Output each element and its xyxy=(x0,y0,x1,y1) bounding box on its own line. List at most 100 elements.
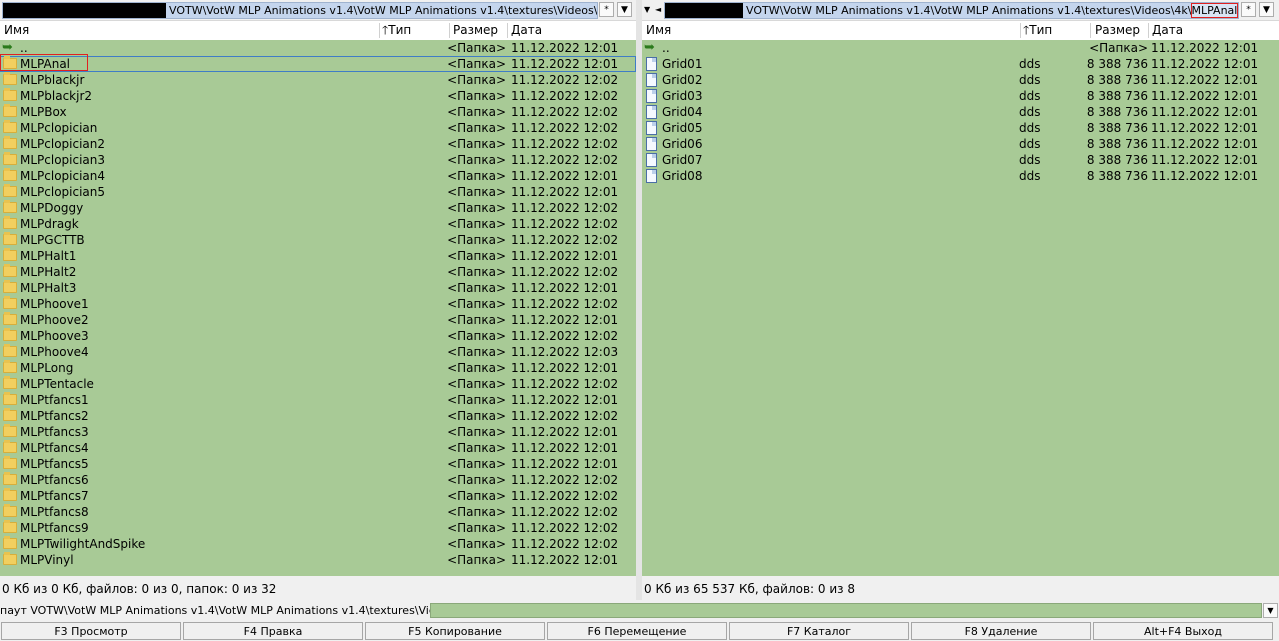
left-list-row[interactable]: MLPhoove4 <Папка> 11.12.2022 12:03 xyxy=(0,344,636,360)
right-header-type[interactable]: 🡑Тип xyxy=(1023,21,1052,40)
left-list-row[interactable]: MLPtfancs2 <Папка> 11.12.2022 12:02 xyxy=(0,408,636,424)
right-path-box[interactable]: VOTW\VotW MLP Animations v1.4\VotW MLP A… xyxy=(664,2,1239,19)
left-list-row[interactable]: MLPhoove2 <Папка> 11.12.2022 12:01 xyxy=(0,312,636,328)
left-header-sep xyxy=(379,23,380,38)
left-row-size: <Папка> xyxy=(447,89,506,103)
left-list-row[interactable]: MLPTwilightAndSpike <Папка> 11.12.2022 12:… xyxy=(0,536,636,552)
fkey-button-1[interactable]: F3 Просмотр xyxy=(1,622,181,640)
left-list-row[interactable]: MLPclopician <Папка> 11.12.2022 12:02 xyxy=(0,120,636,136)
file-icon xyxy=(646,153,657,167)
right-list-row[interactable]: Grid04 dds 8 388 736 11.12.2022 12:01 xyxy=(642,104,1279,120)
right-header-date[interactable]: Дата xyxy=(1152,21,1183,40)
left-list-row[interactable]: MLPtfancs5 <Папка> 11.12.2022 12:01 xyxy=(0,456,636,472)
left-row-size: <Папка> xyxy=(447,249,506,263)
left-list-row[interactable]: MLPTentacle <Папка> 11.12.2022 12:02 xyxy=(0,376,636,392)
left-list-row[interactable]: MLPtfancs3 <Папка> 11.12.2022 12:01 xyxy=(0,424,636,440)
left-row-size: <Папка> xyxy=(447,521,506,535)
right-header-name[interactable]: Имя xyxy=(646,21,671,40)
left-list-row[interactable]: MLPclopician4 <Папка> 11.12.2022 12:01 xyxy=(0,168,636,184)
left-list-row[interactable]: MLPblackjr2 <Папка> 11.12.2022 12:02 xyxy=(0,88,636,104)
folder-icon xyxy=(3,440,17,453)
right-list-row[interactable]: Grid02 dds 8 388 736 11.12.2022 12:01 xyxy=(642,72,1279,88)
right-list-row[interactable]: Grid03 dds 8 388 736 11.12.2022 12:01 xyxy=(642,88,1279,104)
left-list-row[interactable]: MLPhoove3 <Папка> 11.12.2022 12:02 xyxy=(0,328,636,344)
right-path-redaction xyxy=(665,3,743,18)
left-header-name[interactable]: Имя xyxy=(4,21,29,40)
left-row-name: MLPtfancs4 xyxy=(20,441,89,455)
left-list-row[interactable]: MLPclopician2 <Папка> 11.12.2022 12:02 xyxy=(0,136,636,152)
command-line-dropdown[interactable]: ▼ xyxy=(1263,603,1278,618)
left-path-box[interactable]: VOTW\VotW MLP Animations v1.4\VotW MLP A… xyxy=(2,2,598,19)
left-file-list[interactable]: ➥ .. <Папка> 11.12.2022 12:01 MLPAnal <Па… xyxy=(0,40,636,576)
left-list-row[interactable]: MLPblackjr <Папка> 11.12.2022 12:02 xyxy=(0,72,636,88)
folder-icon xyxy=(3,280,17,293)
right-nav-left-icon[interactable]: ◄ xyxy=(655,3,661,17)
left-list-row[interactable]: MLPHalt2 <Папка> 11.12.2022 12:02 xyxy=(0,264,636,280)
left-list-row[interactable]: MLPGCTTB <Папка> 11.12.2022 12:02 xyxy=(0,232,636,248)
left-list-row[interactable]: MLPclopician5 <Папка> 11.12.2022 12:01 xyxy=(0,184,636,200)
left-star-button[interactable]: * xyxy=(599,2,614,17)
right-list-row[interactable]: Grid01 dds 8 388 736 11.12.2022 12:01 xyxy=(642,56,1279,72)
left-row-name: MLPhoove2 xyxy=(20,313,89,327)
left-up-row[interactable]: ➥ .. <Папка> 11.12.2022 12:01 xyxy=(0,40,636,56)
left-list-row[interactable]: MLPdragk <Папка> 11.12.2022 12:02 xyxy=(0,216,636,232)
left-list-row[interactable]: MLPAnal <Папка> 11.12.2022 12:01 xyxy=(0,54,636,72)
right-file-list[interactable]: ➥ .. <Папка> 11.12.2022 12:01 Grid01 dds 8… xyxy=(642,40,1279,576)
right-list-row[interactable]: Grid06 dds 8 388 736 11.12.2022 12:01 xyxy=(642,136,1279,152)
right-row-size: 8 388 736 xyxy=(1086,89,1148,103)
left-list-row[interactable]: MLPBox <Папка> 11.12.2022 12:02 xyxy=(0,104,636,120)
left-row-date: 11.12.2022 12:02 xyxy=(511,329,619,343)
right-row-size: 8 388 736 xyxy=(1086,137,1148,151)
left-list-row[interactable]: MLPtfancs6 <Папка> 11.12.2022 12:02 xyxy=(0,472,636,488)
right-row-size: 8 388 736 xyxy=(1086,57,1148,71)
fkey-button-6[interactable]: F8 Удаление xyxy=(911,622,1091,640)
right-list-row[interactable]: Grid07 dds 8 388 736 11.12.2022 12:01 xyxy=(642,152,1279,168)
left-row-date: 11.12.2022 12:02 xyxy=(511,105,619,119)
right-nav-down-icon[interactable]: ▼ xyxy=(644,3,650,17)
right-header-size[interactable]: Размер xyxy=(1095,21,1140,40)
command-line-input[interactable] xyxy=(430,603,1262,618)
left-list-row[interactable]: MLPLong <Папка> 11.12.2022 12:01 xyxy=(0,360,636,376)
right-list-row[interactable]: Grid05 dds 8 388 736 11.12.2022 12:01 xyxy=(642,120,1279,136)
folder-icon xyxy=(3,168,17,181)
right-history-dropdown[interactable]: ▼ xyxy=(1259,2,1274,17)
right-path-highlight: MLPAnal xyxy=(1190,3,1238,18)
left-list-row[interactable]: MLPtfancs4 <Папка> 11.12.2022 12:01 xyxy=(0,440,636,456)
left-list-row[interactable]: MLPhoove1 <Папка> 11.12.2022 12:02 xyxy=(0,296,636,312)
left-row-size: <Папка> xyxy=(447,169,506,183)
left-list-row[interactable]: MLPtfancs1 <Папка> 11.12.2022 12:01 xyxy=(0,392,636,408)
up-date: 11.12.2022 12:01 xyxy=(511,41,619,55)
left-list-row[interactable]: MLPtfancs9 <Папка> 11.12.2022 12:02 xyxy=(0,520,636,536)
left-row-size: <Папка> xyxy=(447,73,506,87)
file-icon xyxy=(646,105,657,119)
left-history-dropdown[interactable]: ▼ xyxy=(617,2,632,17)
folder-icon xyxy=(3,88,17,101)
left-header-size[interactable]: Размер xyxy=(453,21,498,40)
left-row-size: <Папка> xyxy=(447,121,506,135)
right-list-row[interactable]: Grid08 dds 8 388 736 11.12.2022 12:01 xyxy=(642,168,1279,184)
left-list-row[interactable]: MLPtfancs7 <Папка> 11.12.2022 12:02 xyxy=(0,488,636,504)
fkey-button-2[interactable]: F4 Правка xyxy=(183,622,363,640)
right-row-type: dds xyxy=(1019,121,1041,135)
left-row-date: 11.12.2022 12:01 xyxy=(511,281,619,295)
left-header-type[interactable]: 🡑Тип xyxy=(382,21,411,40)
left-list-row[interactable]: MLPclopician3 <Папка> 11.12.2022 12:02 xyxy=(0,152,636,168)
fkey-button-5[interactable]: F7 Каталог xyxy=(729,622,909,640)
left-row-size: <Папка> xyxy=(447,409,506,423)
left-header-date[interactable]: Дата xyxy=(511,21,542,40)
left-row-date: 11.12.2022 12:01 xyxy=(511,425,619,439)
right-star-button[interactable]: * xyxy=(1241,2,1256,17)
left-list-row[interactable]: MLPDoggy <Папка> 11.12.2022 12:02 xyxy=(0,200,636,216)
fkey-button-7[interactable]: Alt+F4 Выход xyxy=(1093,622,1273,640)
left-row-name: MLPGCTTB xyxy=(20,233,85,247)
fkey-button-4[interactable]: F6 Перемещение xyxy=(547,622,727,640)
left-list-row[interactable]: MLPVinyl <Папка> 11.12.2022 12:01 xyxy=(0,552,636,568)
right-up-row[interactable]: ➥ .. <Папка> 11.12.2022 12:01 xyxy=(642,40,1279,56)
up-folder-icon: ➥ xyxy=(644,40,655,55)
left-list-row[interactable]: MLPHalt1 <Папка> 11.12.2022 12:01 xyxy=(0,248,636,264)
fkey-button-3[interactable]: F5 Копирование xyxy=(365,622,545,640)
left-list-row[interactable]: MLPHalt3 <Папка> 11.12.2022 12:01 xyxy=(0,280,636,296)
folder-icon xyxy=(3,136,17,149)
left-list-row[interactable]: MLPtfancs8 <Папка> 11.12.2022 12:02 xyxy=(0,504,636,520)
right-row-name: Grid07 xyxy=(662,153,703,167)
